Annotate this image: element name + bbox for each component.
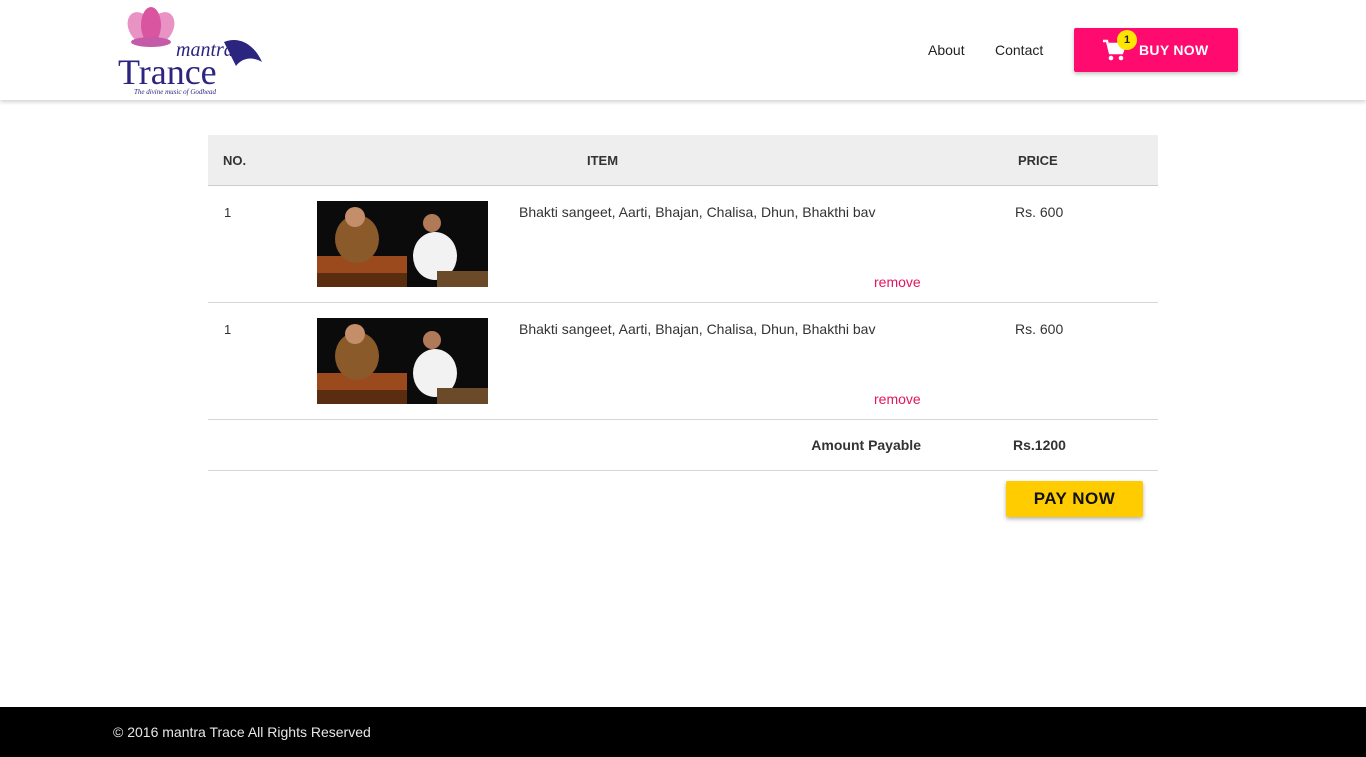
nav-about-link[interactable]: About (928, 42, 965, 58)
cart-count-badge: 1 (1117, 30, 1137, 50)
row-number: 1 (224, 322, 232, 337)
table-row: 1 Bhakti sangeet, Aarti, Bhajan, Chalisa… (208, 303, 1158, 420)
remove-link[interactable]: remove (874, 274, 921, 290)
buy-now-button[interactable]: 1 BUY NOW (1074, 28, 1238, 72)
lotus-icon (127, 7, 175, 47)
amount-payable-value: Rs.1200 (1013, 437, 1066, 453)
nav-contact-link[interactable]: Contact (995, 42, 1043, 58)
svg-text:The divine music of Godhead: The divine music of Godhead (134, 88, 217, 96)
table-row: 1 Bhakti sangeet, Aarti, Bhajan, Chalisa… (208, 186, 1158, 303)
product-title: Bhakti sangeet, Aarti, Bhajan, Chalisa, … (519, 204, 876, 220)
product-price: Rs. 600 (1015, 321, 1064, 337)
product-price: Rs. 600 (1015, 204, 1064, 220)
product-title: Bhakti sangeet, Aarti, Bhajan, Chalisa, … (519, 321, 876, 337)
amount-payable-label: Amount Payable (811, 437, 921, 453)
product-thumbnail[interactable] (317, 201, 488, 287)
pay-now-button[interactable]: PAY NOW (1006, 481, 1143, 517)
site-footer: © 2016 mantra Trace All Rights Reserved (0, 707, 1366, 757)
remove-link[interactable]: remove (874, 391, 921, 407)
table-header: NO. ITEM PRICE (208, 135, 1158, 186)
copyright-text: © 2016 mantra Trace All Rights Reserved (113, 724, 371, 740)
cart-table: NO. ITEM PRICE 1 Bhakti sangeet, Aarti, … (208, 135, 1158, 471)
mantra-trance-logo[interactable]: mantra Trance The divine music of Godhea… (114, 6, 266, 98)
row-number: 1 (224, 205, 232, 220)
buy-now-label: BUY NOW (1139, 42, 1209, 58)
header-item: ITEM (587, 153, 619, 168)
header-no: NO. (223, 153, 247, 168)
svg-text:Trance: Trance (118, 52, 217, 92)
site-header: mantra Trance The divine music of Godhea… (0, 0, 1366, 100)
header-price: PRICE (1018, 153, 1058, 168)
total-row: Amount Payable Rs.1200 (208, 420, 1158, 471)
product-thumbnail[interactable] (317, 318, 488, 404)
